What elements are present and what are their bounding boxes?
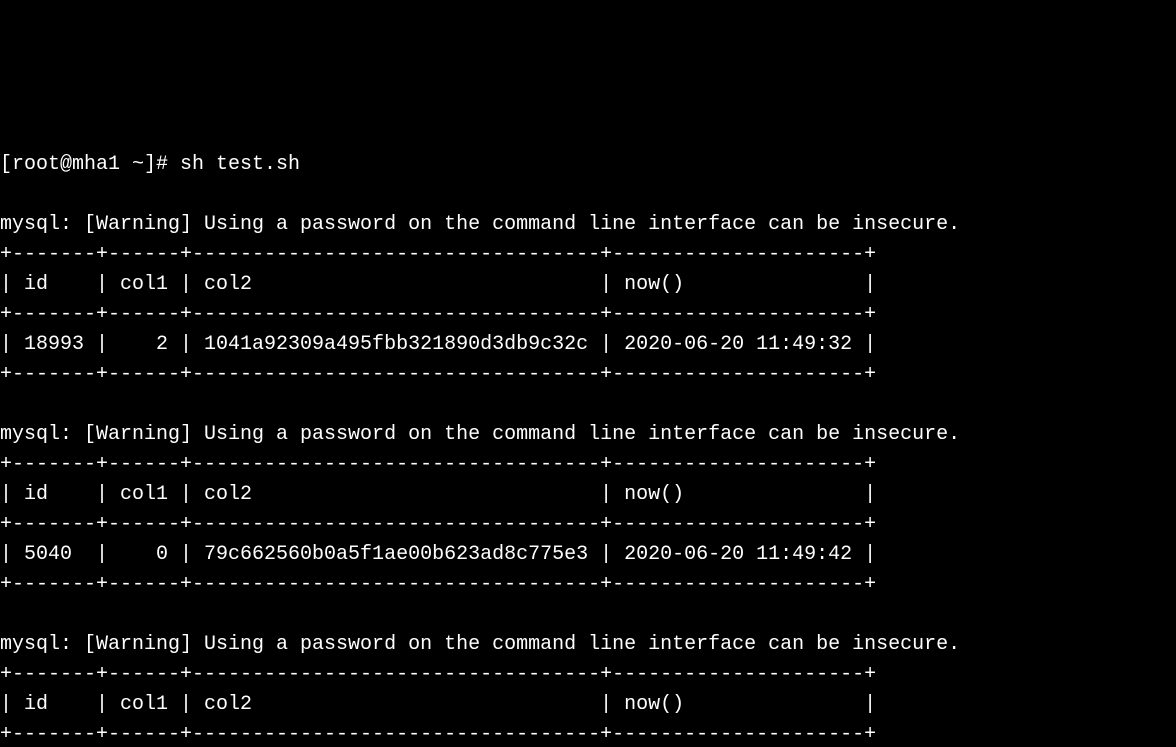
terminal-output: [root@mha1 ~]# sh test.sh mysql: [Warnin… bbox=[0, 120, 1176, 747]
query-block-2: mysql: [Warning] Using a password on the… bbox=[0, 633, 960, 747]
query-block-0: mysql: [Warning] Using a password on the… bbox=[0, 213, 960, 386]
shell-prompt-line: [root@mha1 ~]# sh test.sh bbox=[0, 153, 300, 176]
query-block-1: mysql: [Warning] Using a password on the… bbox=[0, 423, 960, 596]
